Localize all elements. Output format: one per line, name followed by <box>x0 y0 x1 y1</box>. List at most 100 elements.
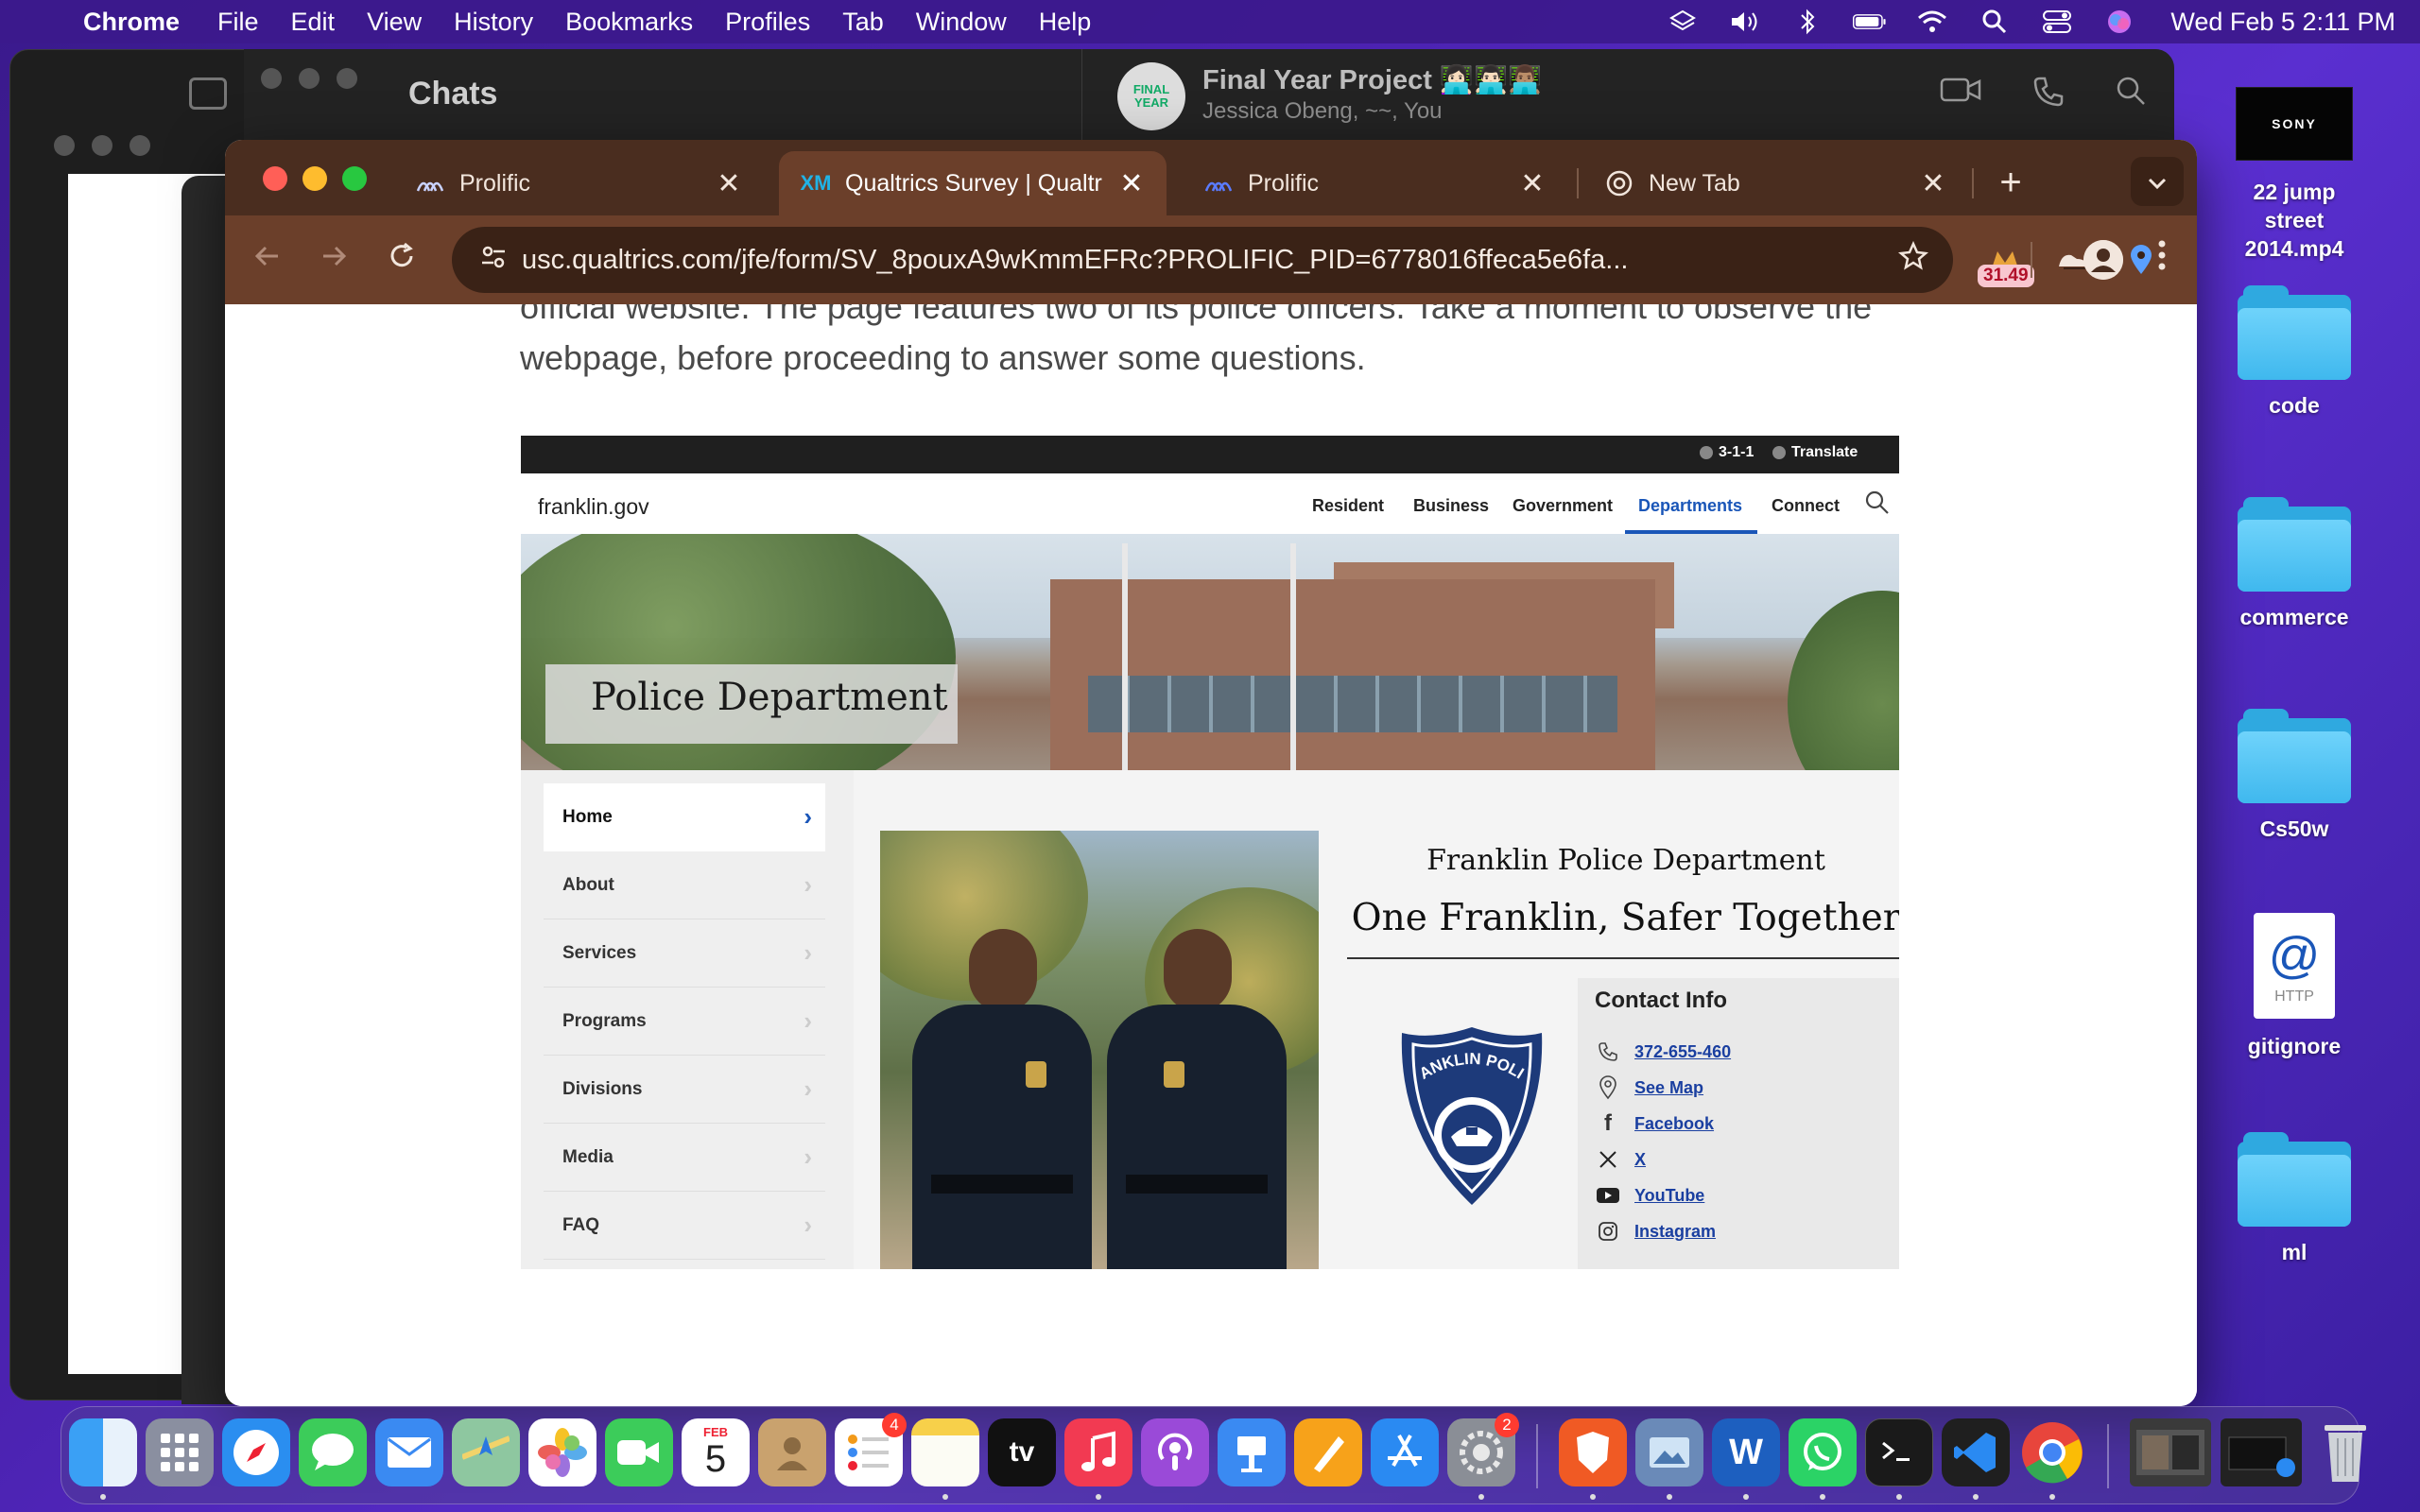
layers-status-icon[interactable] <box>1666 8 1700 36</box>
video-call-icon[interactable] <box>1940 76 1981 115</box>
whatsapp-traffic-lights[interactable] <box>261 68 357 89</box>
fullscreen-window-button[interactable] <box>342 166 367 191</box>
sidebar-label: Media <box>562 1146 614 1167</box>
bluetooth-icon[interactable] <box>1790 8 1824 36</box>
close-window-button[interactable] <box>263 166 287 191</box>
menu-file[interactable]: File <box>217 8 259 37</box>
tab-qualtrics[interactable]: XM Qualtrics Survey | Qualtr ✕ <box>779 151 1167 215</box>
facetime-icon[interactable] <box>605 1418 673 1486</box>
downloads-stack-icon[interactable] <box>2221 1418 2302 1486</box>
tab-search-chevron-icon[interactable] <box>2131 157 2184 206</box>
menu-tab[interactable]: Tab <box>842 8 884 37</box>
desktop-folder-ml[interactable]: ml <box>2223 1132 2365 1266</box>
mail-icon[interactable] <box>375 1418 443 1486</box>
new-tab-button[interactable]: + <box>1987 159 2034 206</box>
chevron-right-icon: › <box>804 1006 812 1035</box>
finder-icon[interactable] <box>69 1418 137 1486</box>
url-text[interactable]: usc.qualtrics.com/jfe/form/SV_8pouxA9wKm… <box>522 245 1885 276</box>
dock: FEB 5 4 tv 2 W <box>60 1406 2366 1504</box>
spotlight-search-icon[interactable] <box>1978 8 2012 36</box>
window-controls <box>263 166 367 191</box>
desktop-file-gitignore[interactable]: @ HTTP gitignore <box>2223 913 2365 1060</box>
siri-icon[interactable] <box>2102 8 2136 36</box>
close-tab-icon[interactable]: ✕ <box>1518 167 1547 200</box>
extensions-puzzle-icon[interactable] <box>2187 236 2197 284</box>
recent-folder-stack-icon[interactable] <box>2130 1418 2211 1486</box>
group-name[interactable]: Final Year Project 👩🏻‍💻👨🏻‍💻👨🏽‍💻 <box>1202 64 1542 96</box>
running-indicator <box>100 1494 106 1500</box>
bookmark-star-icon[interactable] <box>1885 240 1942 280</box>
chrome-dock-icon[interactable] <box>2018 1418 2086 1486</box>
menu-profiles[interactable]: Profiles <box>725 8 810 37</box>
sidebar-toggle-icon[interactable] <box>189 77 227 110</box>
chevron-right-icon: › <box>804 870 812 899</box>
close-tab-icon[interactable]: ✕ <box>1919 167 1947 200</box>
menu-view[interactable]: View <box>367 8 422 37</box>
menu-window[interactable]: Window <box>916 8 1007 37</box>
close-tab-icon[interactable]: ✕ <box>1117 167 1146 200</box>
chrome-icon <box>1603 170 1635 197</box>
chrome-menu-kebab-icon[interactable] <box>2148 236 2176 284</box>
trash-icon[interactable] <box>2311 1418 2379 1486</box>
podcasts-icon[interactable] <box>1141 1418 1209 1486</box>
back-arrow-icon[interactable] <box>244 236 291 284</box>
maps-icon[interactable] <box>452 1418 520 1486</box>
prolific-icon <box>1202 170 1235 197</box>
app-store-icon[interactable] <box>1371 1418 1439 1486</box>
messages-icon[interactable] <box>299 1418 367 1486</box>
close-tab-icon[interactable]: ✕ <box>715 167 743 200</box>
contact-map: See Map <box>1595 1074 1703 1101</box>
desktop-folder-code[interactable]: code <box>2223 285 2365 420</box>
menu-edit[interactable]: Edit <box>291 8 336 37</box>
menu-history[interactable]: History <box>454 8 533 37</box>
desktop-folder-commerce[interactable]: commerce <box>2223 497 2365 631</box>
launchpad-icon[interactable] <box>146 1418 214 1486</box>
apple-tv-icon[interactable]: tv <box>988 1418 1056 1486</box>
profile-avatar-icon[interactable] <box>2083 240 2123 280</box>
wifi-icon[interactable] <box>1915 8 1949 36</box>
sidebar-label: Divisions <box>562 1078 643 1099</box>
microsoft-word-icon[interactable]: W <box>1712 1418 1780 1486</box>
contact-link: Instagram <box>1634 1221 1717 1241</box>
terminal-icon[interactable] <box>1865 1418 1933 1486</box>
contacts-icon[interactable] <box>758 1418 826 1486</box>
calendar-icon[interactable]: FEB 5 <box>682 1418 750 1486</box>
pages-icon[interactable] <box>1294 1418 1362 1486</box>
site-info-icon[interactable] <box>465 245 522 276</box>
tab-prolific-1[interactable]: Prolific ✕ <box>393 151 764 215</box>
vscode-icon[interactable] <box>1942 1418 2010 1486</box>
forward-arrow-icon[interactable] <box>310 236 357 284</box>
site-sidebar-about: About › <box>544 851 825 919</box>
site-translate-link: Translate <box>1772 444 1858 461</box>
menu-bookmarks[interactable]: Bookmarks <box>565 8 693 37</box>
folder-icon <box>2238 285 2351 380</box>
calendar-month: FEB <box>703 1425 728 1439</box>
battery-icon[interactable] <box>1853 8 1887 36</box>
notes-icon[interactable] <box>911 1418 979 1486</box>
photos-icon[interactable] <box>528 1418 596 1486</box>
group-avatar[interactable]: FINAL YEAR <box>1117 62 1185 130</box>
desktop-folder-cs50w[interactable]: Cs50w <box>2223 709 2365 843</box>
minimize-window-button[interactable] <box>302 166 327 191</box>
preview-icon[interactable] <box>1635 1418 1703 1486</box>
tab-prolific-2[interactable]: Prolific ✕ <box>1182 151 1567 215</box>
music-icon[interactable] <box>1064 1418 1132 1486</box>
voice-call-icon[interactable] <box>2032 76 2065 115</box>
address-bar[interactable]: usc.qualtrics.com/jfe/form/SV_8pouxA9wKm… <box>452 227 1953 293</box>
volume-icon[interactable] <box>1728 8 1762 36</box>
app-name-menu[interactable]: Chrome <box>83 8 180 37</box>
survey-page: official website. The page features two … <box>225 304 2197 1406</box>
chat-search-icon[interactable] <box>2116 76 2146 115</box>
control-center-icon[interactable] <box>2040 8 2074 36</box>
whatsapp-icon[interactable] <box>1789 1418 1857 1486</box>
menu-help[interactable]: Help <box>1039 8 1092 37</box>
http-document-icon: @ HTTP <box>2254 913 2335 1019</box>
tab-new-tab[interactable]: New Tab ✕ <box>1582 151 1968 215</box>
brave-browser-icon[interactable] <box>1559 1418 1627 1486</box>
reload-icon[interactable] <box>378 236 425 284</box>
safari-icon[interactable] <box>222 1418 290 1486</box>
menubar-clock[interactable]: Wed Feb 5 2:11 PM <box>2170 8 2395 37</box>
desktop-item-video[interactable]: SONY 22 jump street 2014.mp4 <box>2223 87 2365 263</box>
keynote-icon[interactable] <box>1218 1418 1286 1486</box>
background-window-traffic-lights[interactable] <box>54 135 150 156</box>
